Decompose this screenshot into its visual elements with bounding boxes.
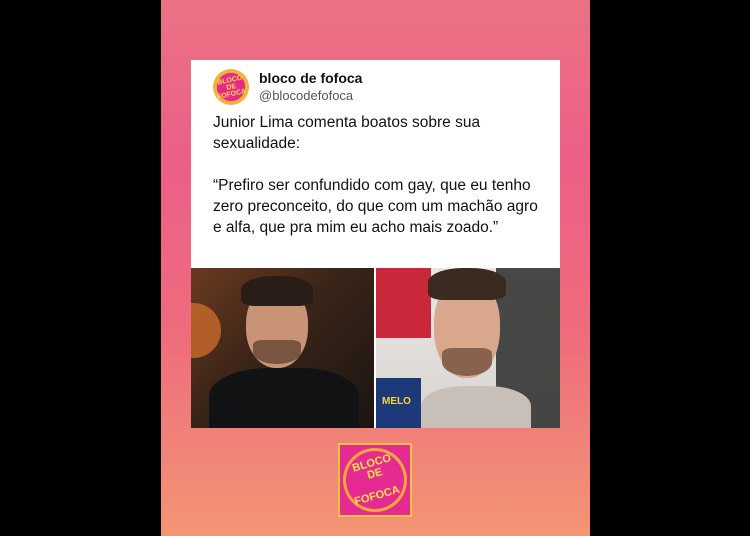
poster-text: MELO — [382, 396, 411, 407]
person-hair — [241, 276, 313, 306]
person-shirt — [209, 368, 359, 428]
account-handle[interactable]: @blocodefofoca — [259, 88, 353, 103]
tweet-card[interactable]: BLOCO DE FOFOCA bloco de fofoca @blocode… — [191, 60, 560, 428]
photo-right[interactable]: MELO — [376, 268, 560, 428]
tweet-text: Junior Lima comenta boatos sobre sua sex… — [213, 114, 538, 236]
logo-text: BLOCO DE FOFOCA — [343, 452, 407, 508]
account-name[interactable]: bloco de fofoca — [259, 70, 362, 86]
logo-line1: BLOCO DE — [351, 452, 393, 482]
avatar-logo-text: BLOCO DE FOFOCA — [212, 74, 250, 100]
person-beard — [442, 348, 492, 376]
bloco-de-fofoca-logo[interactable]: BLOCO DE FOFOCA — [338, 443, 412, 517]
person-hair — [428, 268, 506, 300]
photo-left[interactable] — [191, 268, 374, 428]
story-panel: BLOCO DE FOFOCA bloco de fofoca @blocode… — [161, 0, 590, 536]
logo-circle: BLOCO DE FOFOCA — [346, 451, 404, 509]
background-poster — [376, 268, 431, 338]
tweet-photos: MELO — [191, 268, 560, 428]
background-light — [191, 303, 221, 358]
person-beard — [253, 340, 301, 364]
person-shirt — [421, 386, 531, 428]
avatar[interactable]: BLOCO DE FOFOCA — [213, 69, 249, 105]
logo-line2: FOFOCA — [353, 483, 402, 509]
